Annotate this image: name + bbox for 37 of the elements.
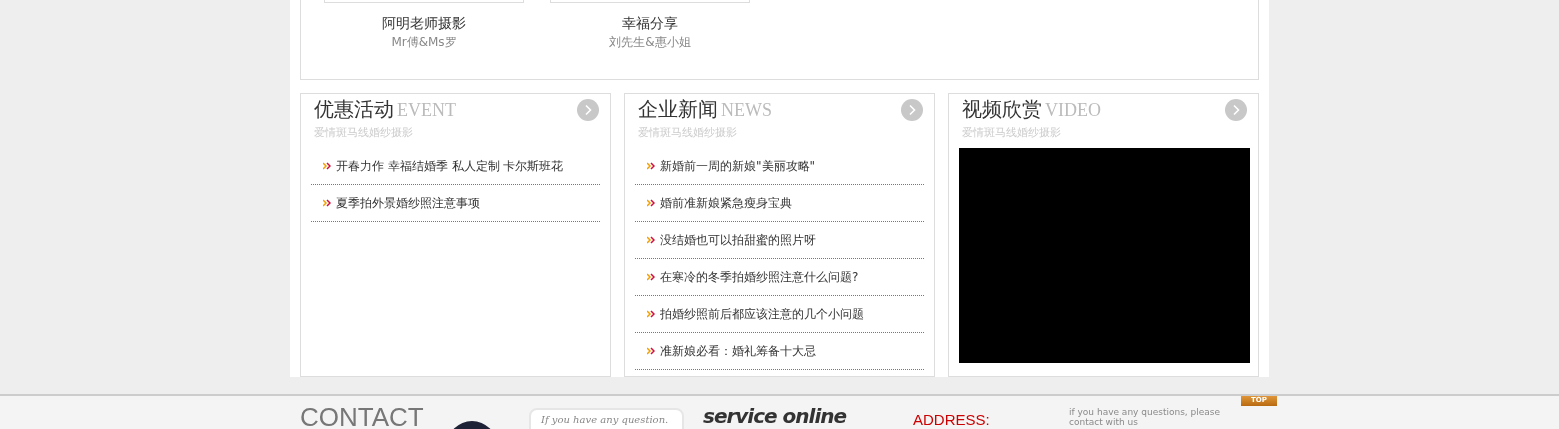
news-link[interactable]: 没结婚也可以拍甜蜜的照片呀 — [660, 231, 816, 249]
double-chevron-icon — [647, 273, 655, 281]
arrow-right-icon[interactable] — [577, 99, 599, 121]
news-link[interactable]: 在寒冷的冬季拍婚纱照注意什么问题? — [660, 268, 859, 286]
photo-title[interactable]: 阿明老师摄影 — [382, 14, 466, 32]
panel-title: 企业新闻 — [638, 97, 718, 121]
double-chevron-icon — [647, 236, 655, 244]
photo-title[interactable]: 幸福分享 — [622, 14, 678, 32]
video-player[interactable] — [959, 148, 1250, 363]
news-link[interactable]: 开春力作 幸福结婚季 私人定制 卡尔斯班花 — [336, 157, 564, 175]
panel-title: 优惠活动 — [314, 97, 394, 121]
panel-title-en: EVENT — [397, 99, 456, 122]
news-link[interactable]: 新婚前一周的新娘"美丽攻略" — [660, 157, 816, 175]
double-chevron-icon — [647, 162, 655, 170]
panel-title-en: VIDEO — [1045, 99, 1101, 122]
contact-heading: CONTACT — [300, 404, 425, 429]
double-chevron-icon — [323, 199, 331, 207]
arrow-right-icon[interactable] — [1225, 99, 1247, 121]
photo-subtitle: Mr傅&Ms罗 — [391, 34, 457, 51]
bubble-text: If you have any question. — [541, 414, 669, 425]
contact-note: if you have any questions, please contact with us — [1069, 407, 1222, 429]
service-heading: service online — [703, 405, 848, 429]
double-chevron-icon — [323, 162, 331, 170]
photo-frame[interactable] — [324, 0, 524, 3]
double-chevron-icon — [647, 347, 655, 355]
double-chevron-icon — [647, 199, 655, 207]
arrow-right-icon[interactable] — [901, 99, 923, 121]
photo-frame[interactable] — [550, 0, 750, 3]
address-label: ADDRESS: — [913, 412, 991, 429]
news-link[interactable]: 夏季拍外景婚纱照注意事项 — [336, 194, 480, 212]
panel-title: 视频欣赏 — [962, 97, 1042, 121]
double-chevron-icon — [647, 310, 655, 318]
news-link[interactable]: 婚前准新娘紧急瘦身宝典 — [660, 194, 792, 212]
photo-subtitle: 刘先生&惠小姐 — [609, 34, 691, 51]
news-link[interactable]: 准新娘必看：婚礼筹备十大忌 — [660, 342, 816, 360]
news-link[interactable]: 拍婚纱照前后都应该注意的几个小问题 — [660, 305, 864, 323]
panel-title-en: NEWS — [721, 99, 772, 122]
